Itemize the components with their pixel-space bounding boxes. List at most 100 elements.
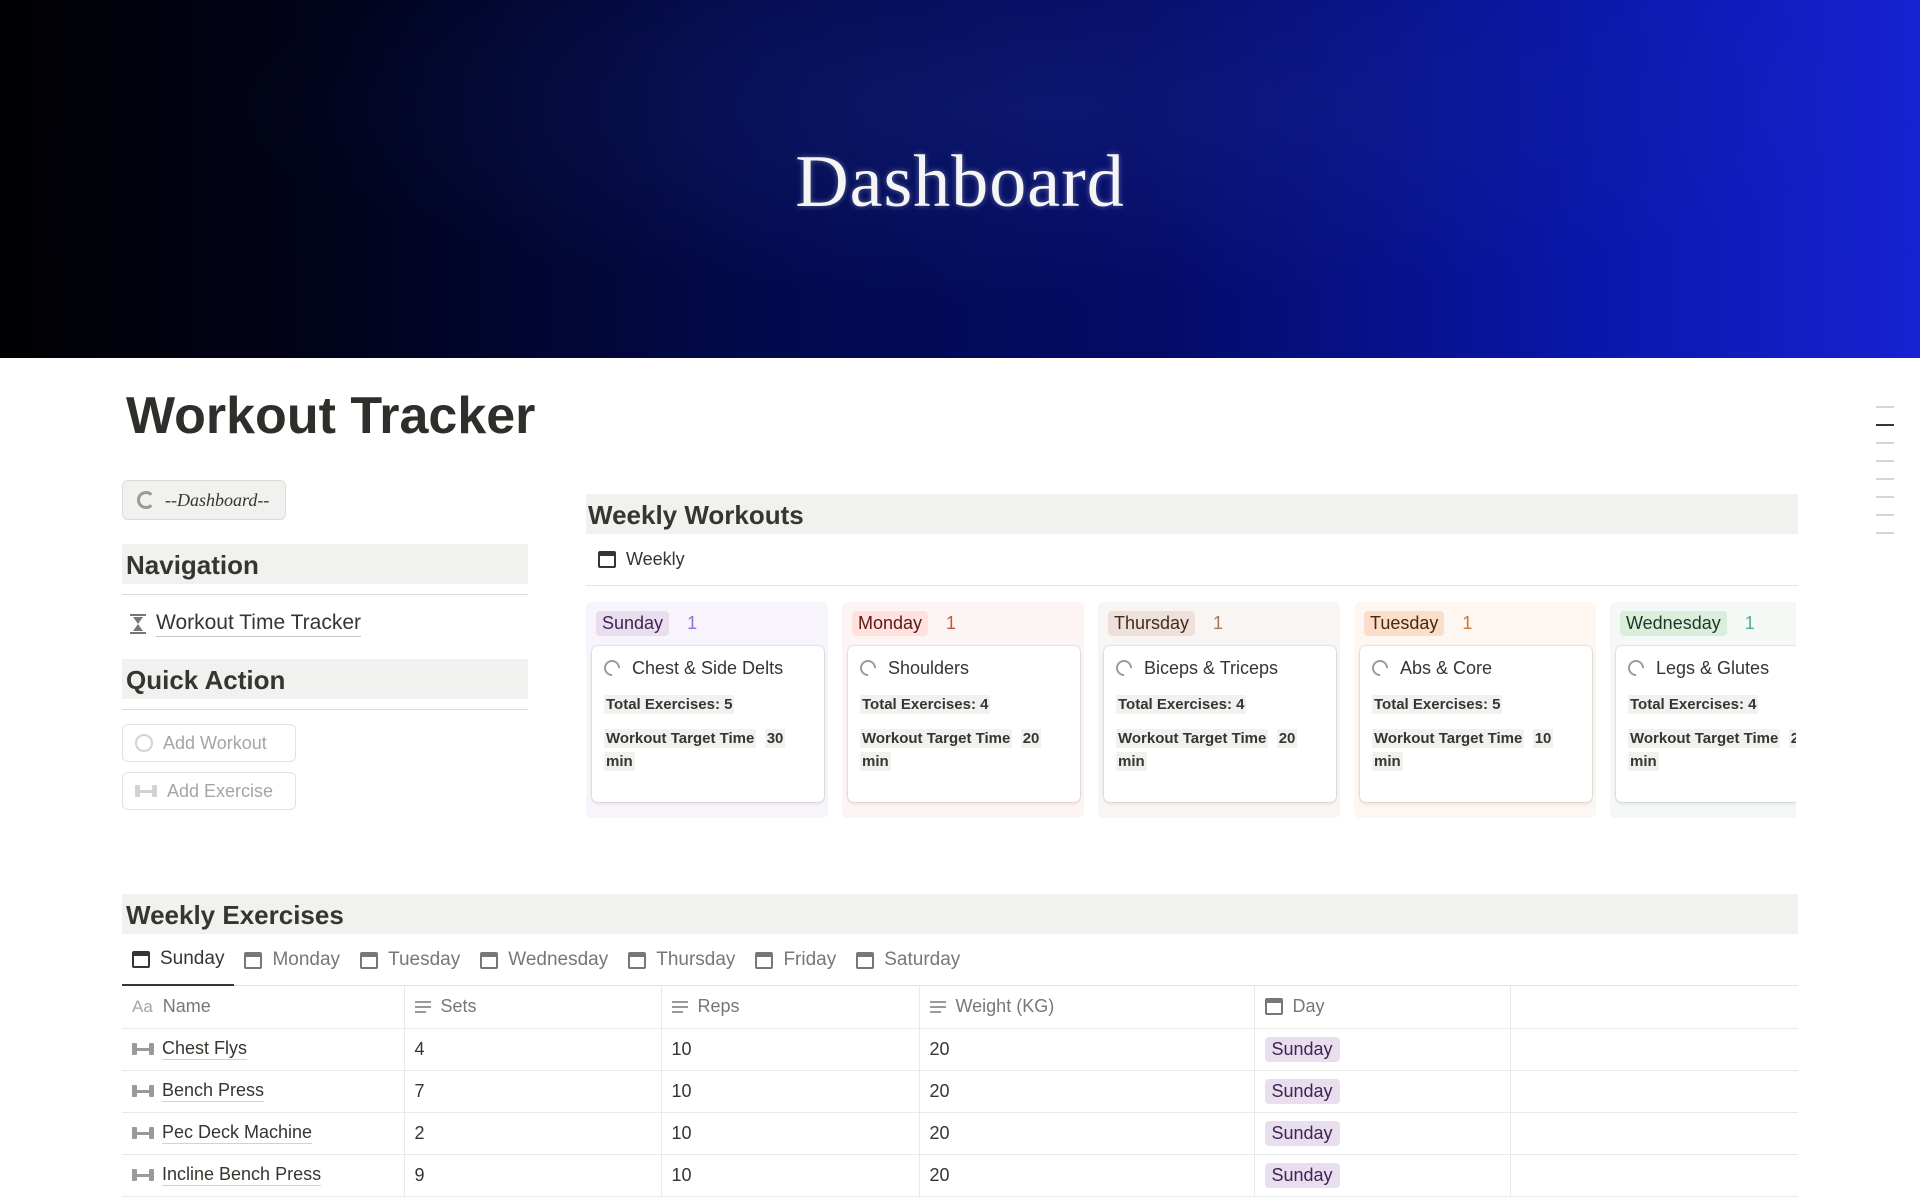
weight-cell[interactable]: 20 — [919, 1070, 1255, 1113]
weekly-view-tab[interactable]: Weekly — [586, 534, 1798, 586]
table-row[interactable]: Pec Deck Machine 2 10 20 Sunday — [122, 1112, 1798, 1155]
reps-cell[interactable]: 10 — [661, 1070, 920, 1113]
reps-header-label: Reps — [697, 996, 740, 1017]
day-cell[interactable]: Sunday — [1254, 1070, 1511, 1113]
tab-monday[interactable]: Monday — [234, 934, 350, 986]
divider — [122, 594, 528, 595]
card-title: Abs & Core — [1368, 656, 1580, 680]
add-exercise-button[interactable]: Add Exercise — [122, 772, 296, 810]
toc-item[interactable] — [1876, 460, 1894, 462]
calendar-icon — [1264, 998, 1283, 1016]
toc-item-active[interactable] — [1876, 424, 1894, 426]
table-row[interactable]: Incline Bench Press 9 10 20 Sunday — [122, 1154, 1798, 1197]
day-column-header[interactable]: Day — [1254, 986, 1511, 1029]
dumbbell-icon — [135, 784, 157, 798]
day-cell[interactable]: Sunday — [1254, 1154, 1511, 1197]
tab-saturday[interactable]: Saturday — [846, 934, 970, 986]
day-tag: Sunday — [596, 610, 670, 636]
tab-label: Tuesday — [388, 949, 461, 970]
workout-card[interactable]: Shoulders Total Exercises: 4 Workout Targe… — [848, 646, 1080, 802]
divider — [122, 709, 528, 710]
target-time-value: 20 — [1020, 729, 1042, 748]
toc-item[interactable] — [1876, 406, 1894, 408]
toc-item[interactable] — [1876, 532, 1894, 534]
sets-cell[interactable]: 4 — [404, 1028, 662, 1071]
calendar-icon — [856, 951, 875, 969]
navigation-heading: Navigation — [122, 544, 528, 584]
toc-item[interactable] — [1876, 478, 1894, 480]
card-title: Shoulders — [856, 656, 1068, 680]
column-count: 1 — [946, 612, 957, 633]
tab-label: Wednesday — [508, 949, 609, 970]
target-time-label: Workout Target Time — [1628, 729, 1781, 748]
calendar-icon — [628, 951, 647, 969]
name-header-label: Name — [162, 996, 211, 1017]
target-time-unit: min — [1372, 752, 1403, 771]
table-row[interactable]: Bench Press 7 10 20 Sunday — [122, 1070, 1798, 1113]
tab-tuesday[interactable]: Tuesday — [350, 934, 470, 986]
calendar-icon — [480, 951, 499, 969]
toc-item[interactable] — [1876, 442, 1894, 444]
target-time-unit: min — [604, 752, 635, 771]
day-tag: Sunday — [1264, 1162, 1340, 1188]
column-count: 1 — [1462, 612, 1473, 633]
toc-item[interactable] — [1876, 496, 1894, 498]
cover-banner: Dashboard — [0, 0, 1920, 358]
name-cell[interactable]: Chest Flys — [122, 1028, 405, 1071]
dashboard-button[interactable]: --Dashboard-- — [122, 480, 287, 520]
loading-icon — [137, 491, 155, 509]
workout-card[interactable]: Chest & Side Delts Total Exercises: 5 Work… — [592, 646, 824, 802]
reps-cell[interactable]: 10 — [661, 1112, 920, 1155]
sets-cell[interactable]: 9 — [404, 1154, 662, 1197]
sets-cell[interactable]: 2 — [404, 1112, 662, 1155]
target-time: Workout Target Time 20 min — [860, 727, 1068, 773]
exercises-table: Aa Name Sets Reps Weight (KG) Day Chest F… — [122, 986, 1798, 1197]
sets-cell[interactable]: 7 — [404, 1070, 662, 1113]
left-column: --Dashboard-- Navigation Workout Time Tr… — [122, 480, 528, 810]
table-of-contents[interactable] — [1876, 406, 1896, 550]
tab-wednesday[interactable]: Wednesday — [470, 934, 618, 986]
card-title-text: Legs & Glutes — [1656, 657, 1770, 678]
add-workout-button[interactable]: Add Workout — [122, 724, 296, 762]
workout-card[interactable]: Legs & Glutes Total Exercises: 4 Workout T… — [1616, 646, 1798, 802]
day-cell[interactable]: Sunday — [1254, 1112, 1511, 1155]
table-row[interactable]: Chest Flys 4 10 20 Sunday — [122, 1028, 1798, 1071]
sets-column-header[interactable]: Sets — [404, 986, 662, 1029]
exercise-name: Incline Bench Press — [162, 1164, 322, 1186]
weight-cell[interactable]: 20 — [919, 1154, 1255, 1197]
workout-time-tracker-label: Workout Time Tracker — [156, 611, 361, 637]
quick-action-heading: Quick Action — [122, 659, 528, 699]
workout-time-tracker-link[interactable]: Workout Time Tracker — [122, 611, 528, 637]
reps-column-header[interactable]: Reps — [661, 986, 920, 1029]
reps-cell[interactable]: 10 — [661, 1028, 920, 1071]
weight-cell[interactable]: 20 — [919, 1028, 1255, 1071]
tab-sunday[interactable]: Sunday — [122, 934, 235, 986]
total-exercises: Total Exercises: 5 — [604, 695, 812, 714]
calendar-icon — [132, 950, 150, 968]
name-cell[interactable]: Pec Deck Machine — [122, 1112, 405, 1155]
weekly-exercises-section: Weekly Exercises Sunday Monday Tuesday Wedn… — [122, 894, 1798, 1197]
page-title: Workout Tracker — [126, 387, 536, 445]
weight-column-header[interactable]: Weight (KG) — [919, 986, 1255, 1029]
target-time-label: Workout Target Time — [1116, 729, 1269, 748]
text-type-icon: Aa — [132, 996, 153, 1016]
column-count: 1 — [1744, 612, 1755, 633]
card-title-text: Biceps & Triceps — [1144, 657, 1279, 678]
tab-friday[interactable]: Friday — [745, 934, 846, 986]
target-time-value: 30 — [764, 729, 786, 748]
day-cell[interactable]: Sunday — [1254, 1028, 1511, 1071]
dashboard-button-label: --Dashboard-- — [165, 489, 270, 510]
workout-card[interactable]: Abs & Core Total Exercises: 5 Workout Targ… — [1360, 646, 1592, 802]
tab-thursday[interactable]: Thursday — [618, 934, 745, 986]
reps-cell[interactable]: 10 — [661, 1154, 920, 1197]
toc-item[interactable] — [1876, 514, 1894, 516]
column-header: Sunday 1 — [592, 608, 822, 638]
total-exercises-text: Total Exercises: 5 — [604, 695, 735, 714]
name-cell[interactable]: Incline Bench Press — [122, 1154, 405, 1197]
exercise-name: Pec Deck Machine — [162, 1122, 313, 1144]
name-cell[interactable]: Bench Press — [122, 1070, 405, 1113]
weight-cell[interactable]: 20 — [919, 1112, 1255, 1155]
name-column-header[interactable]: Aa Name — [122, 986, 405, 1029]
workout-card[interactable]: Biceps & Triceps Total Exercises: 4 Workou… — [1104, 646, 1336, 802]
empty-column-header — [1510, 986, 1798, 1029]
